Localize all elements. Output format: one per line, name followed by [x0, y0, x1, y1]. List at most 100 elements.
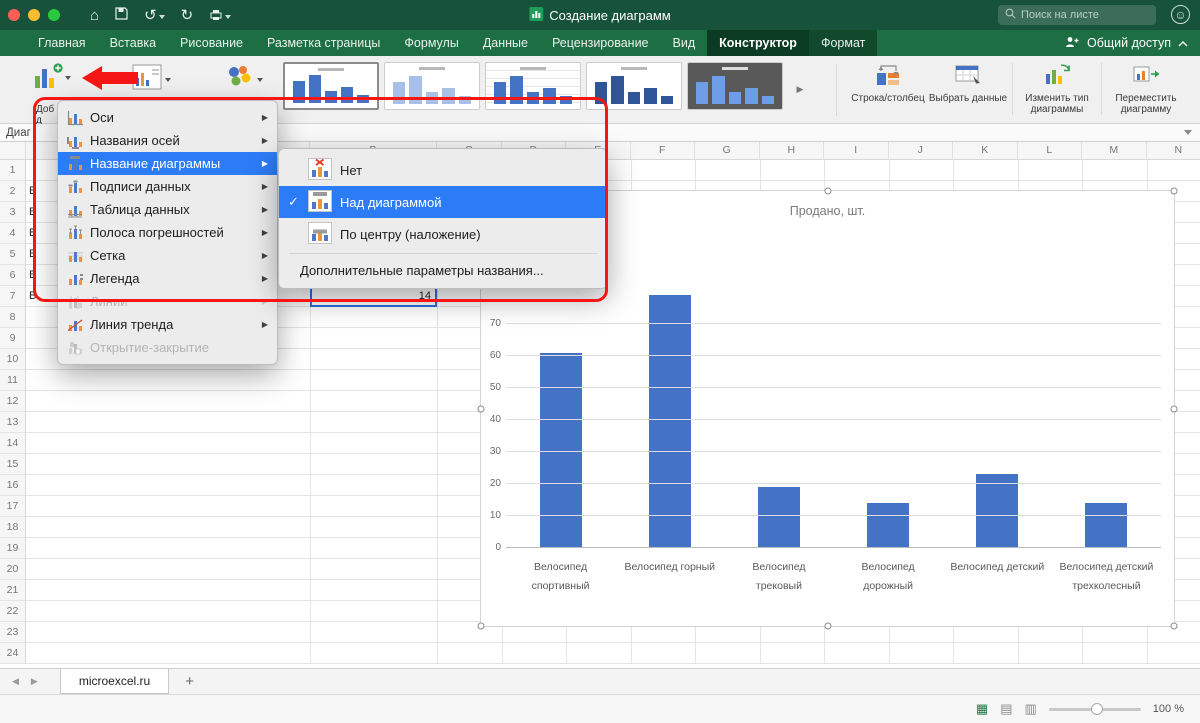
ribbon-tab-2[interactable]: Рисование	[168, 30, 255, 56]
column-header-H[interactable]: H	[760, 142, 825, 159]
close-window-button[interactable]	[8, 9, 20, 21]
print-icon[interactable]	[209, 9, 231, 22]
menu-item-6[interactable]: Сетка▶	[58, 244, 277, 267]
chart-bar[interactable]	[758, 487, 800, 548]
menu-item-1[interactable]: Названия осей▶	[58, 129, 277, 152]
ribbon-tab-4[interactable]: Формулы	[392, 30, 470, 56]
row-header-8[interactable]: 8	[0, 307, 25, 328]
home-icon[interactable]: ⌂	[90, 7, 99, 24]
column-header-J[interactable]: J	[889, 142, 954, 159]
save-icon[interactable]	[115, 7, 128, 24]
ribbon-tab-7[interactable]: Вид	[661, 30, 708, 56]
row-header-19[interactable]: 19	[0, 538, 25, 559]
row-header-16[interactable]: 16	[0, 475, 25, 496]
submenu-item-0[interactable]: Нет	[279, 154, 607, 186]
submenu-item-1[interactable]: ✓Над диаграммой	[279, 186, 607, 218]
ribbon-tab-6[interactable]: Рецензирование	[540, 30, 661, 56]
row-header-24[interactable]: 24	[0, 643, 25, 664]
menu-item-3[interactable]: Подписи данных▶	[58, 175, 277, 198]
submenu-item-2[interactable]: По центру (наложение)	[279, 218, 607, 250]
row-header-1[interactable]: 1	[0, 160, 25, 181]
name-box[interactable]: Диаг	[0, 127, 31, 139]
menu-item-4[interactable]: Таблица данных▶	[58, 198, 277, 221]
sheet-prev-icon[interactable]: ◀	[12, 676, 19, 687]
row-header-2[interactable]: 2	[0, 181, 25, 202]
redo-button[interactable]: ↻	[181, 6, 194, 24]
chart-selection-handle[interactable]	[478, 623, 485, 630]
submenu-more-options[interactable]: Дополнительные параметры названия...	[279, 257, 607, 283]
row-header-3[interactable]: 3	[0, 202, 25, 223]
menu-item-9[interactable]: Линия тренда▶	[58, 313, 277, 336]
ribbon-tab-1[interactable]: Вставка	[98, 30, 168, 56]
add-sheet-button[interactable]: +	[185, 673, 194, 690]
chart-selection-handle[interactable]	[478, 405, 485, 412]
row-header-22[interactable]: 22	[0, 601, 25, 622]
ribbon-tab-5[interactable]: Данные	[471, 30, 540, 56]
sheet-tab[interactable]: microexcel.ru	[60, 669, 169, 694]
ribbon-tab-8[interactable]: Конструктор	[707, 30, 809, 56]
chart-bar[interactable]	[867, 503, 909, 548]
page-break-view-icon[interactable]: ▥	[1025, 701, 1037, 717]
share-button[interactable]: Общий доступ	[1065, 30, 1188, 56]
undo-button[interactable]: ↺	[144, 6, 165, 24]
row-header-18[interactable]: 18	[0, 517, 25, 538]
chart-selection-handle[interactable]	[1171, 188, 1178, 195]
formula-bar-dropdown-icon[interactable]	[1184, 130, 1192, 139]
minimize-window-button[interactable]	[28, 9, 40, 21]
column-header-M[interactable]: M	[1082, 142, 1147, 159]
menu-item-5[interactable]: Полоса погрешностей▶	[58, 221, 277, 244]
row-header-15[interactable]: 15	[0, 454, 25, 475]
chart-selection-handle[interactable]	[1171, 623, 1178, 630]
ribbon-tab-3[interactable]: Разметка страницы	[255, 30, 392, 56]
chart-bar[interactable]	[649, 295, 691, 548]
ribbon-tab-9[interactable]: Формат	[809, 30, 877, 56]
row-header-13[interactable]: 13	[0, 412, 25, 433]
chart-style-thumbnail-1[interactable]	[283, 62, 379, 110]
chart-selection-handle[interactable]	[1171, 405, 1178, 412]
column-header-L[interactable]: L	[1018, 142, 1083, 159]
corner-select-all[interactable]	[0, 142, 26, 159]
row-header-10[interactable]: 10	[0, 349, 25, 370]
search-input[interactable]: Поиск на листе	[998, 5, 1156, 25]
column-header-N[interactable]: N	[1147, 142, 1200, 159]
chart-style-thumbnail-5[interactable]	[687, 62, 783, 110]
row-header-9[interactable]: 9	[0, 328, 25, 349]
quick-layout-button[interactable]	[132, 64, 171, 95]
ribbon-tab-0[interactable]: Главная	[26, 30, 98, 56]
row-header-4[interactable]: 4	[0, 223, 25, 244]
chart-style-thumbnail-4[interactable]	[586, 62, 682, 110]
menu-item-0[interactable]: Оси▶	[58, 106, 277, 129]
add-chart-element-button[interactable]	[33, 62, 81, 102]
chart-bar[interactable]	[976, 474, 1018, 548]
row-header-7[interactable]: 7	[0, 286, 25, 307]
move-chart-button[interactable]: Переместить диаграмму	[1106, 61, 1186, 116]
switch-row-column-button[interactable]: Строка/столбец	[848, 61, 928, 104]
sheet-next-icon[interactable]: ▶	[31, 676, 38, 687]
zoom-slider[interactable]	[1049, 708, 1141, 711]
row-header-14[interactable]: 14	[0, 433, 25, 454]
row-header-21[interactable]: 21	[0, 580, 25, 601]
chart-style-thumbnail-2[interactable]	[384, 62, 480, 110]
select-data-button[interactable]: Выбрать данные	[928, 61, 1008, 104]
row-header-17[interactable]: 17	[0, 496, 25, 517]
chart-bar[interactable]	[1085, 503, 1127, 548]
page-layout-view-icon[interactable]: ▤	[1000, 701, 1012, 717]
row-header-11[interactable]: 11	[0, 370, 25, 391]
column-header-I[interactable]: I	[824, 142, 889, 159]
normal-view-icon[interactable]: ▦	[976, 701, 988, 717]
change-chart-type-button[interactable]: Изменить тип диаграммы	[1017, 61, 1097, 116]
row-header-5[interactable]: 5	[0, 244, 25, 265]
zoom-slider-thumb[interactable]	[1091, 703, 1103, 715]
row-header-20[interactable]: 20	[0, 559, 25, 580]
fullscreen-window-button[interactable]	[48, 9, 60, 21]
column-header-G[interactable]: G	[695, 142, 760, 159]
chart-selection-handle[interactable]	[824, 623, 831, 630]
chart-style-thumbnail-3[interactable]	[485, 62, 581, 110]
menu-item-7[interactable]: Легенда▶	[58, 267, 277, 290]
row-header-23[interactable]: 23	[0, 622, 25, 643]
column-header-F[interactable]: F	[631, 142, 696, 159]
chart-selection-handle[interactable]	[824, 188, 831, 195]
change-colors-button[interactable]	[226, 64, 263, 95]
gallery-more-arrow[interactable]: ▶	[793, 78, 807, 100]
row-header-6[interactable]: 6	[0, 265, 25, 286]
